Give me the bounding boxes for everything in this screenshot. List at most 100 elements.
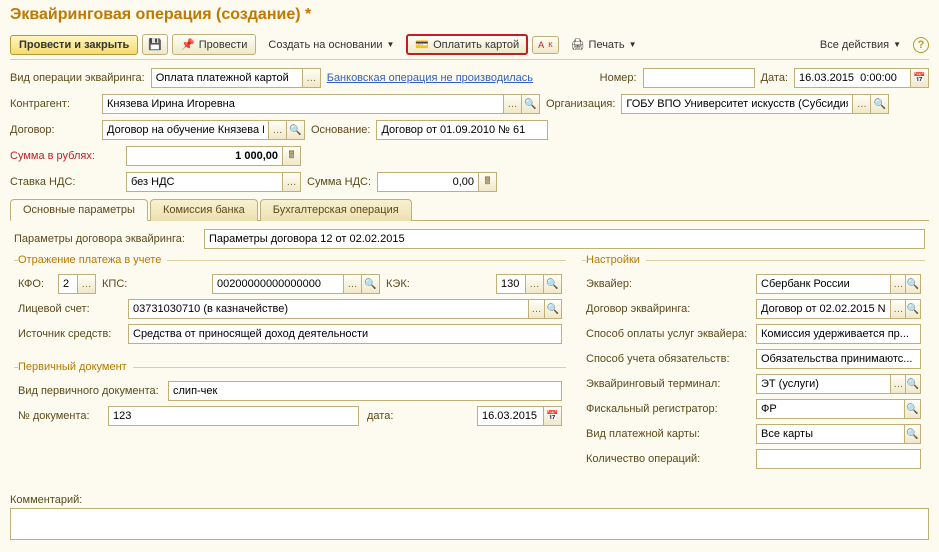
source-input[interactable] [129,325,561,343]
counterparty-field[interactable]: … 🔍 [102,94,540,114]
counterparty-input[interactable] [103,95,503,113]
pay-card-button[interactable]: 💳Оплатить картой [406,34,528,55]
basis-input[interactable] [377,121,547,139]
org-input[interactable] [622,95,852,113]
sum-rub-input[interactable] [127,147,282,165]
search-icon[interactable]: 🔍 [286,121,304,139]
source-label: Источник средств: [18,328,128,340]
doc-date-input[interactable] [478,407,543,425]
contract-field[interactable]: … 🔍 [102,120,305,140]
calendar-icon[interactable]: 📅 [543,407,561,425]
date-input[interactable] [795,69,910,87]
submit-close-button[interactable]: Провести и закрыть [10,35,138,55]
card-type-input[interactable] [757,425,904,443]
dots-button[interactable]: … [528,300,545,318]
vat-sum-field[interactable]: 🖩 [377,172,497,192]
save-button[interactable]: 💾 [142,34,168,55]
prim-doc-type-field[interactable] [168,381,562,401]
chevron-down-icon: ▼ [387,40,395,49]
vat-rate-field[interactable]: … [126,172,301,192]
calc-icon[interactable]: 🖩 [478,173,496,191]
tab-accounting[interactable]: Бухгалтерская операция [260,199,412,221]
prim-doc-type-input[interactable] [169,382,561,400]
kfo-input[interactable] [59,275,77,293]
search-icon[interactable]: 🔍 [904,400,920,418]
liab-method-field[interactable] [756,349,921,369]
date-field[interactable]: 📅 [794,68,929,88]
search-icon[interactable]: 🔍 [870,95,888,113]
op-count-input[interactable] [757,450,920,468]
params-label: Параметры договора эквайринга: [14,233,204,245]
doc-num-input[interactable] [109,407,358,425]
dots-button[interactable]: … [890,300,905,318]
op-count-field[interactable] [756,449,921,469]
liab-method-input[interactable] [757,350,920,368]
kps-field[interactable]: …🔍 [212,274,380,294]
op-type-input[interactable] [152,69,302,87]
kek-input[interactable] [497,275,525,293]
dots-button[interactable]: … [890,375,905,393]
help-icon[interactable]: ? [913,37,929,53]
search-icon[interactable]: 🔍 [904,425,920,443]
search-icon[interactable]: 🔍 [361,275,379,293]
org-field[interactable]: … 🔍 [621,94,889,114]
create-based-button[interactable]: Создать на основании ▼ [260,36,402,54]
kfo-field[interactable]: … [58,274,96,294]
calc-icon[interactable]: 🖩 [282,147,300,165]
dots-button[interactable]: … [503,95,521,113]
fiscal-field[interactable]: 🔍 [756,399,921,419]
fiscal-input[interactable] [757,400,904,418]
kek-field[interactable]: …🔍 [496,274,562,294]
dots-button[interactable]: … [282,173,300,191]
vat-rate-input[interactable] [127,173,282,191]
comment-input[interactable] [10,508,929,540]
acq-contract-input[interactable] [757,300,890,318]
number-field[interactable] [643,68,755,88]
search-icon[interactable]: 🔍 [544,300,561,318]
dots-button[interactable]: … [77,275,95,293]
dots-button[interactable]: … [890,275,905,293]
card-type-field[interactable]: 🔍 [756,424,921,444]
acquirer-input[interactable] [757,275,890,293]
tab-main[interactable]: Основные параметры [10,199,148,221]
number-input[interactable] [644,69,754,87]
doc-num-label: № документа: [18,410,108,422]
contract-input[interactable] [103,121,268,139]
kps-input[interactable] [213,275,343,293]
calendar-icon[interactable]: 📅 [910,69,928,87]
submit-button[interactable]: 📌Провести [172,34,256,55]
dt-kt-button[interactable]: АК [532,36,558,54]
dots-button[interactable]: … [268,121,286,139]
tab-commission[interactable]: Комиссия банка [150,199,258,221]
dots-button[interactable]: … [343,275,361,293]
dots-button[interactable]: … [525,275,543,293]
bank-op-link[interactable]: Банковская операция не производилась [327,72,533,84]
account-field[interactable]: …🔍 [128,299,562,319]
dots-button[interactable]: … [302,69,320,87]
search-icon[interactable]: 🔍 [905,275,920,293]
dots-button[interactable]: … [852,95,870,113]
acquirer-field[interactable]: …🔍 [756,274,921,294]
params-input[interactable] [205,230,924,248]
search-icon[interactable]: 🔍 [905,375,920,393]
all-actions-button[interactable]: Все действия ▼ [812,36,909,54]
search-icon[interactable]: 🔍 [543,275,561,293]
terminal-field[interactable]: …🔍 [756,374,921,394]
sum-rub-field[interactable]: 🖩 [126,146,301,166]
account-input[interactable] [129,300,528,318]
search-icon[interactable]: 🔍 [521,95,539,113]
params-field[interactable] [204,229,925,249]
pay-method-field[interactable] [756,324,921,344]
doc-date-field[interactable]: 📅 [477,406,562,426]
vat-sum-input[interactable] [378,173,478,191]
doc-num-field[interactable] [108,406,359,426]
print-button[interactable]: 🖨 Печать ▼ [563,35,645,54]
op-type-select[interactable]: … [151,68,321,88]
pay-method-input[interactable] [757,325,920,343]
source-field[interactable] [128,324,562,344]
page-title: Эквайринговая операция (создание) * [10,6,929,24]
basis-field[interactable] [376,120,548,140]
search-icon[interactable]: 🔍 [905,300,920,318]
terminal-input[interactable] [757,375,890,393]
acq-contract-field[interactable]: …🔍 [756,299,921,319]
